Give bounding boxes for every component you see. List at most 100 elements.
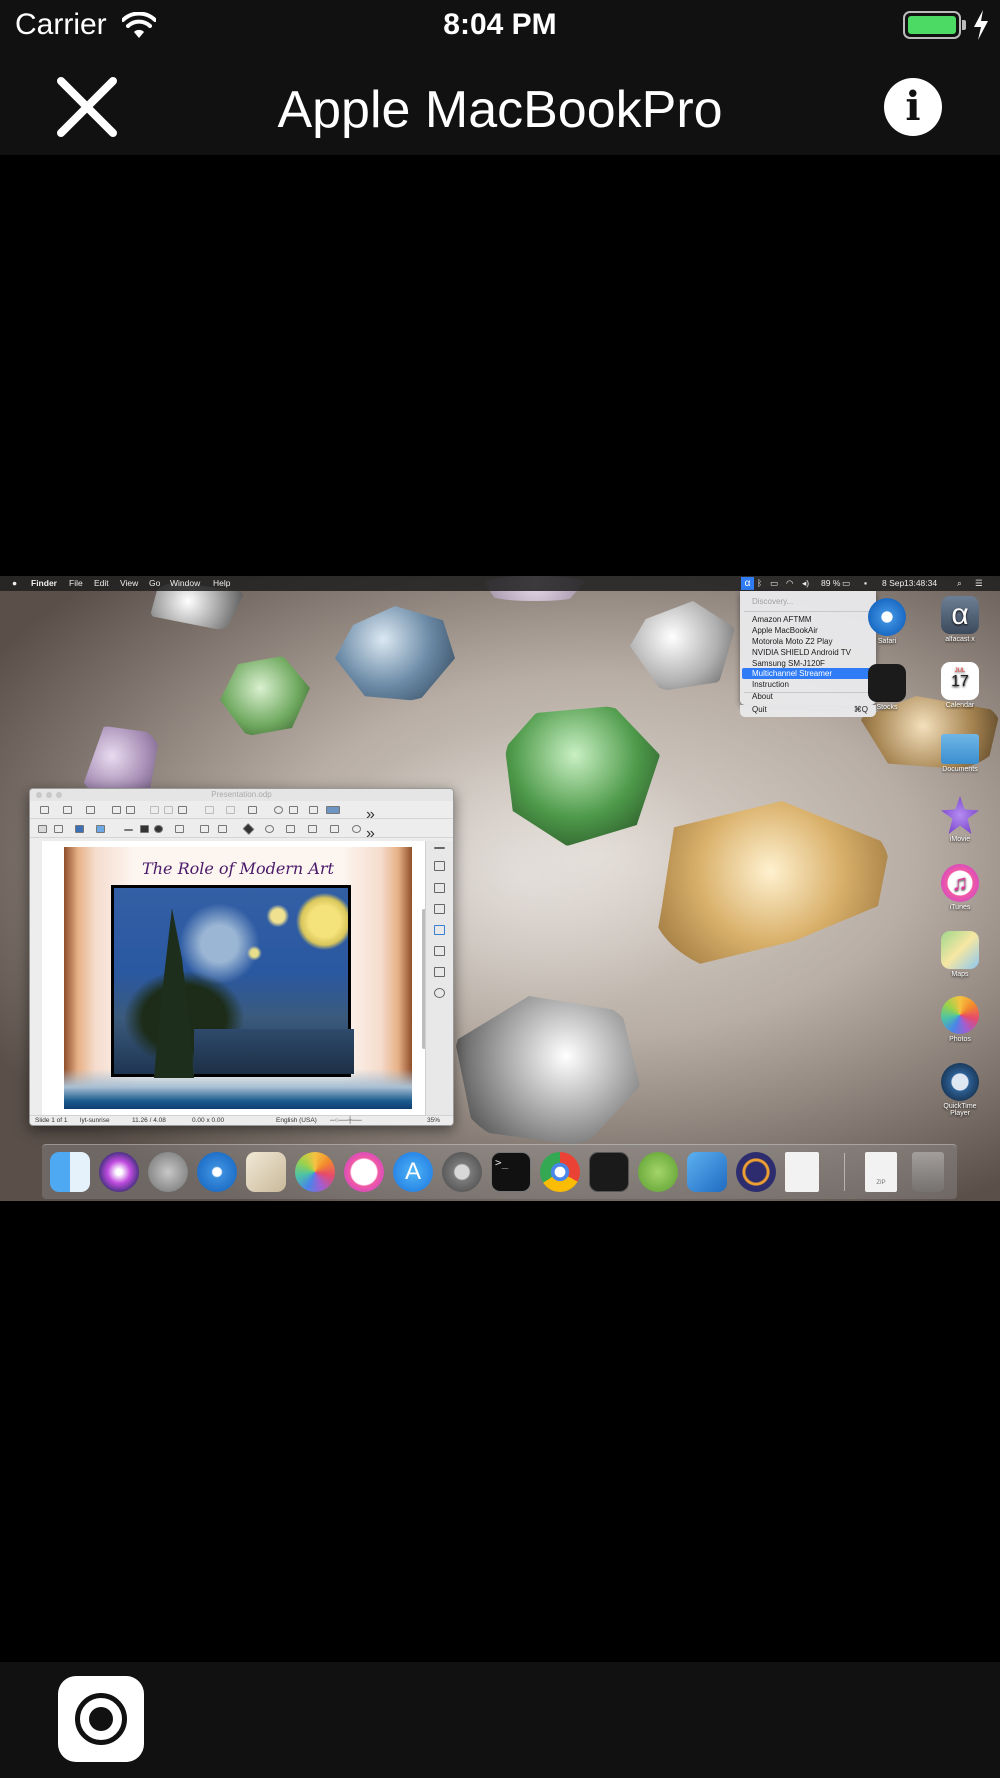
dock-trash-icon[interactable]	[912, 1152, 944, 1192]
clone-formatting-icon[interactable]	[205, 806, 214, 814]
rectangle-icon[interactable]	[140, 825, 149, 833]
dock-app-store-icon[interactable]: A	[393, 1152, 433, 1192]
dock-itunes-icon[interactable]	[344, 1152, 384, 1192]
record-button[interactable]	[58, 1676, 144, 1762]
flag-icon[interactable]: ▪	[864, 578, 867, 588]
notification-center-icon[interactable]: ☰	[975, 578, 983, 589]
dock-xcode-icon[interactable]	[687, 1152, 727, 1192]
undo-icon[interactable]	[226, 806, 235, 814]
starry-night-image[interactable]	[111, 885, 354, 1078]
dropdown-quit-row[interactable]: Quit ⌘Q	[740, 705, 876, 717]
callouts-icon[interactable]	[330, 825, 339, 833]
dock-document-icon[interactable]	[785, 1152, 819, 1192]
dock-chrome-icon[interactable]	[540, 1152, 580, 1192]
slide-transition-icon[interactable]	[434, 883, 445, 893]
spotlight-icon[interactable]: ⌕	[957, 578, 962, 589]
find-icon[interactable]	[274, 806, 283, 814]
desktop-icon-alfacast[interactable]: α alfacast x	[935, 596, 985, 643]
desktop-icon-imovie[interactable]: iMovie	[935, 796, 985, 843]
animation-icon[interactable]	[434, 904, 445, 914]
dock-mail-icon[interactable]	[246, 1152, 286, 1192]
master-slides-icon[interactable]	[434, 925, 445, 935]
dock-eclipse-icon[interactable]	[736, 1152, 776, 1192]
basic-shapes-icon[interactable]	[242, 822, 255, 836]
libreoffice-impress-window[interactable]: Presentation.odp » » The Role of Modern …	[29, 788, 454, 1126]
dock-system-preferences-icon[interactable]	[442, 1152, 482, 1192]
line-color-icon[interactable]	[75, 825, 84, 833]
menu-item-quit[interactable]: Quit	[752, 705, 767, 714]
dock-photos-icon[interactable]	[295, 1152, 335, 1192]
navigator-icon[interactable]	[434, 988, 445, 998]
menu-window[interactable]: Window	[170, 578, 200, 588]
cut-icon[interactable]	[150, 806, 159, 814]
menu-edit[interactable]: Edit	[94, 578, 109, 588]
slide[interactable]: The Role of Modern Art	[64, 847, 412, 1109]
select-icon[interactable]	[38, 825, 47, 833]
display-views-icon[interactable]	[326, 806, 340, 814]
menu-go[interactable]: Go	[149, 578, 160, 588]
dock-archive-icon[interactable]: ZIP	[865, 1152, 897, 1192]
desktop-icon-safari[interactable]: Safari	[862, 598, 912, 645]
menu-item-instruction[interactable]: Instruction	[752, 680, 789, 689]
ellipse-icon[interactable]	[154, 825, 163, 833]
spelling-icon[interactable]	[289, 806, 298, 814]
dock-siri-icon[interactable]	[99, 1152, 139, 1192]
desktop-icon-maps[interactable]: Maps	[935, 931, 985, 978]
dock-android-studio-icon[interactable]	[638, 1152, 678, 1192]
slide-canvas[interactable]: The Role of Modern Art	[42, 841, 438, 1115]
open-icon[interactable]	[63, 806, 72, 814]
dock-finder-icon[interactable]	[50, 1152, 90, 1192]
dock-terminal-icon[interactable]: >_	[491, 1152, 531, 1192]
zoom-slider[interactable]: ─○──┼──	[330, 1117, 362, 1124]
battery-percent[interactable]: 89 %	[821, 578, 840, 588]
alfacast-status-icon[interactable]: α	[741, 577, 754, 590]
connector-icon[interactable]	[218, 825, 227, 833]
properties-icon[interactable]	[434, 861, 445, 871]
export-pdf-icon[interactable]	[112, 806, 121, 814]
zoom-pan-icon[interactable]	[54, 825, 63, 833]
desktop-icon-documents[interactable]: Documents	[935, 728, 985, 773]
menu-help[interactable]: Help	[213, 578, 230, 588]
menu-item-device[interactable]: Apple MacBookAir	[752, 626, 818, 635]
dock-safari-icon[interactable]	[197, 1152, 237, 1192]
menu-item-device[interactable]: NVIDIA SHIELD Android TV	[752, 648, 851, 657]
mac-battery-icon[interactable]: ▭	[842, 578, 850, 589]
paste-icon[interactable]	[178, 806, 187, 814]
menu-item-device[interactable]: Samsung SM-J120F	[752, 659, 825, 668]
volume-icon[interactable]: ◂)	[802, 578, 809, 589]
window-titlebar[interactable]: Presentation.odp	[30, 789, 453, 801]
print-icon[interactable]	[126, 806, 135, 814]
status-zoom[interactable]: 35%	[427, 1117, 440, 1124]
info-button[interactable]: i	[884, 78, 942, 136]
flowchart-icon[interactable]	[308, 825, 317, 833]
menu-item-device[interactable]: Motorola Moto Z2 Play	[752, 637, 832, 646]
curve-icon[interactable]	[200, 825, 209, 833]
desktop-icon-calendar[interactable]: JUL 17 Calendar	[935, 662, 985, 709]
wifi-status-icon[interactable]: ◠	[786, 578, 793, 589]
status-extra-icon[interactable]: ᛒ	[757, 578, 762, 588]
symbol-shapes-icon[interactable]	[265, 825, 274, 833]
copy-icon[interactable]	[164, 806, 173, 814]
table-icon[interactable]	[309, 806, 318, 814]
menu-view[interactable]: View	[120, 578, 138, 588]
line-icon[interactable]	[124, 829, 133, 831]
desktop-icon-photos[interactable]: Photos	[935, 996, 985, 1043]
slide-title[interactable]: The Role of Modern Art	[64, 859, 412, 878]
gallery-icon[interactable]	[434, 967, 445, 977]
menu-item-device[interactable]: Amazon AFTMM	[752, 615, 812, 624]
stars-icon[interactable]	[352, 825, 361, 833]
save-icon[interactable]	[86, 806, 95, 814]
redo-icon[interactable]	[248, 806, 257, 814]
menu-item-multichannel-streamer[interactable]: Multichannel Streamer	[752, 669, 832, 678]
block-arrows-icon[interactable]	[286, 825, 295, 833]
toolbar-overflow-icon[interactable]: »	[366, 825, 375, 842]
menubar-date[interactable]: 8 Sep	[882, 578, 904, 588]
arrow-icon[interactable]	[175, 825, 184, 833]
menu-item-about[interactable]: About	[752, 692, 773, 701]
desktop-icon-quicktime[interactable]: QuickTime Player	[935, 1063, 985, 1117]
menu-app-name[interactable]: Finder	[31, 578, 57, 588]
remote-screen[interactable]: ● Finder File Edit View Go Window Help α…	[0, 576, 1000, 1201]
new-doc-icon[interactable]	[40, 806, 49, 814]
sidebar-menu-icon[interactable]	[434, 847, 445, 849]
status-language[interactable]: English (USA)	[276, 1117, 317, 1124]
